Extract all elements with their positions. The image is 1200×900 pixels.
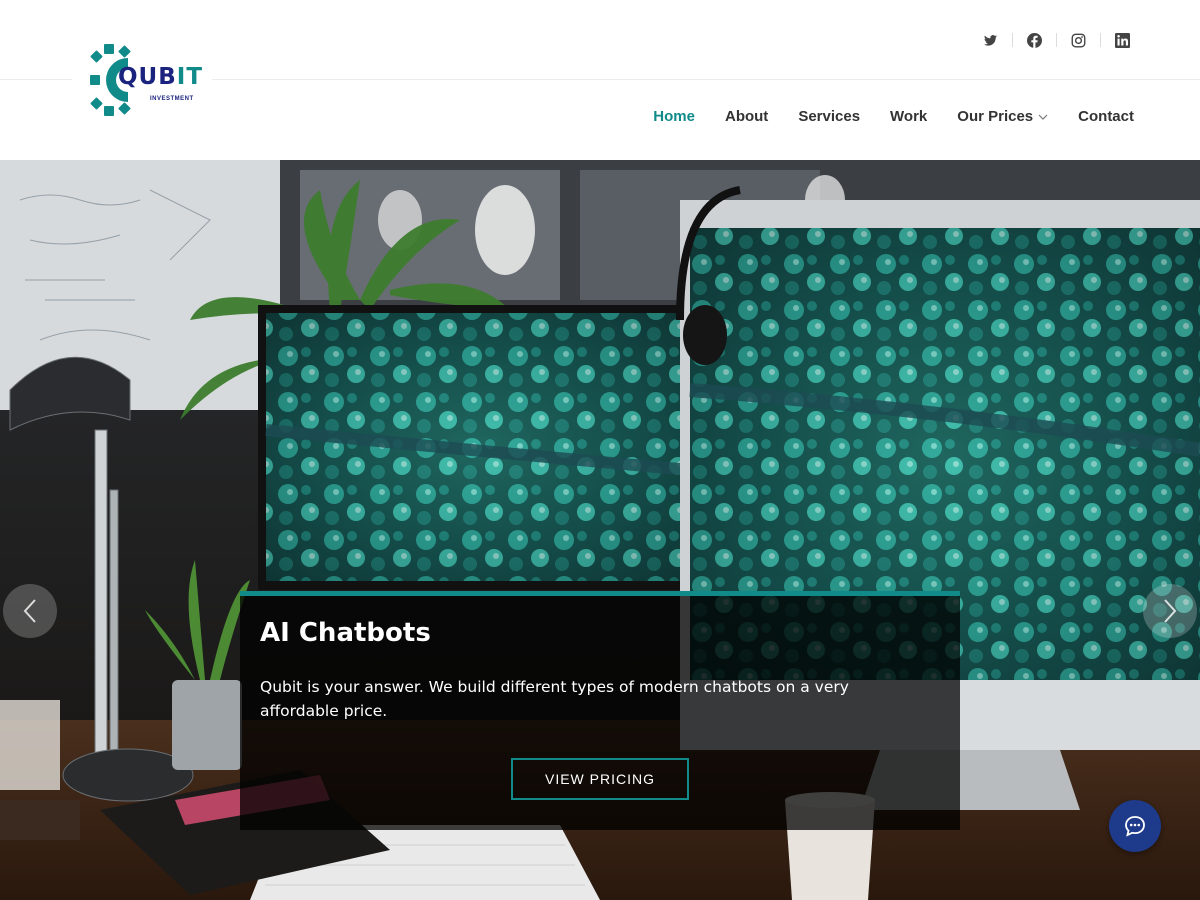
logo-wordmark-primary: QUB [118,64,177,90]
nav-our-prices[interactable]: Our Prices [957,108,1048,125]
chat-bubble-icon [1125,816,1145,837]
linkedin-link[interactable] [1100,30,1144,50]
instagram-icon [1071,33,1085,47]
twitter-link[interactable] [968,30,1012,50]
main-nav: Home About Services Work Our Prices Cont… [623,108,1134,125]
slider-prev-button[interactable] [3,584,57,638]
nav-services[interactable]: Services [798,108,860,125]
chevron-right-icon [1164,599,1177,623]
slider-next-button[interactable] [1143,584,1197,638]
slide-text: Qubit is your answer. We build different… [260,678,849,720]
linkedin-icon [1114,32,1130,48]
view-pricing-button[interactable]: VIEW PRICING [511,758,689,800]
slide-caption: AI Chatbots Qubit is your answer. We bui… [240,591,960,830]
logo-wordmark: QUBIT [118,64,203,90]
social-links [968,30,1144,50]
slide-title: AI Chatbots [260,618,431,648]
twitter-icon [983,34,997,46]
nav-about[interactable]: About [725,108,768,125]
facebook-link[interactable] [1012,30,1056,50]
logo-tagline: INVESTMENT [150,96,194,102]
site-logo[interactable]: QUBIT INVESTMENT [72,36,212,126]
nav-contact[interactable]: Contact [1078,108,1134,125]
instagram-link[interactable] [1056,30,1100,50]
site-header: QUBIT INVESTMENT Home About Services Wor… [0,0,1200,160]
logo-wordmark-accent: IT [176,64,204,90]
hero-slider: AI Chatbots Qubit is your answer. We bui… [0,160,1200,900]
facebook-icon [1026,32,1042,48]
chat-widget-button[interactable] [1109,800,1161,852]
chevron-down-icon [1038,114,1048,120]
nav-home[interactable]: Home [653,108,695,125]
nav-work[interactable]: Work [890,108,927,125]
chevron-left-icon [23,599,36,623]
nav-our-prices-label: Our Prices [957,108,1034,125]
